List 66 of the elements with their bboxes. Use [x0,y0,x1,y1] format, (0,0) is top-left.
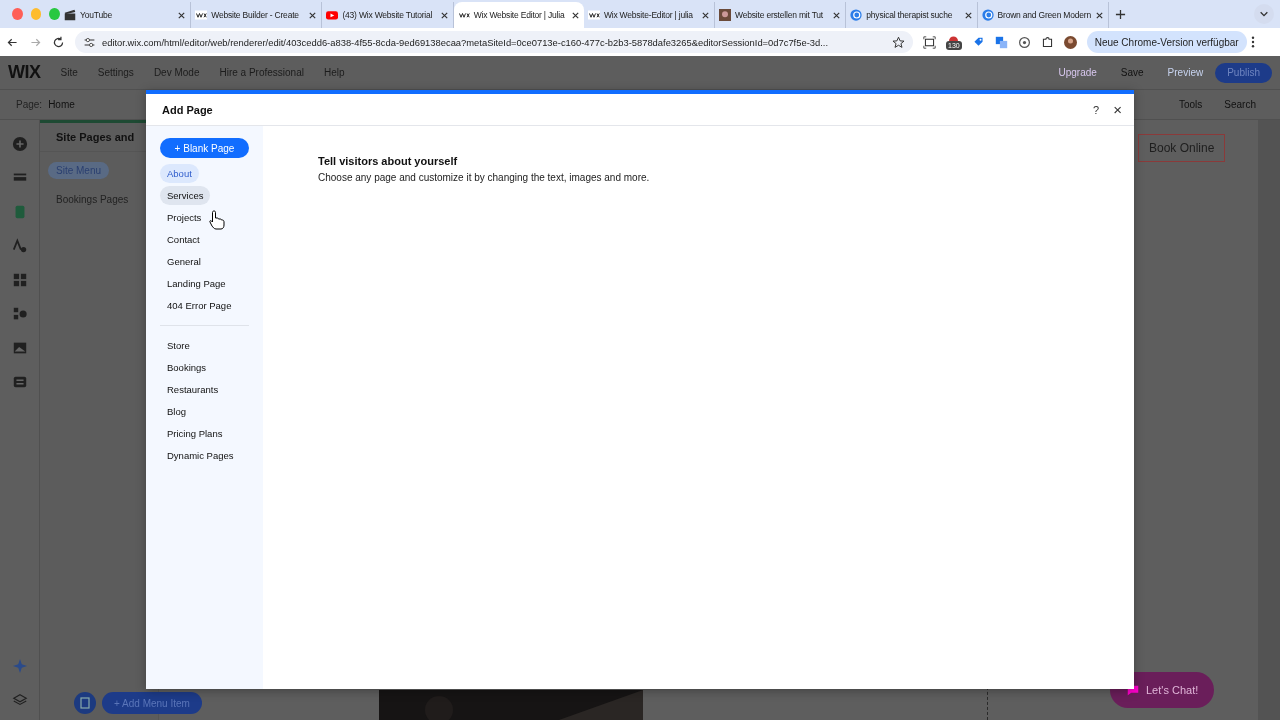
site-settings-icon[interactable] [83,35,96,49]
close-icon[interactable] [570,10,580,20]
extension-icon[interactable] [947,34,961,41]
category-item[interactable]: Projects [160,208,209,227]
clapperboard-icon [64,9,76,21]
screenshot-icon[interactable] [923,35,936,49]
close-icon[interactable] [832,10,842,20]
dialog-title: Add Page [162,103,213,116]
category-item[interactable]: Blog [160,402,193,421]
category-item[interactable]: Bookings [160,358,214,377]
category-item[interactable]: 404 Error Page [160,296,239,315]
tab-title: (43) Wix Website Tutorial [342,10,434,20]
tab-title: Wix Website Editor | Julia [473,10,566,20]
category-item[interactable]: Contact [160,230,207,249]
blank-page-button[interactable]: + Blank Page [160,138,249,158]
portrait-icon [719,9,732,21]
page-label: Page: [16,99,43,110]
reload-icon[interactable] [52,35,65,49]
close-icon[interactable] [963,10,973,20]
browser-tab[interactable]: Wix Website Editor | Julia [453,2,584,28]
upgrade-link[interactable]: Upgrade [1046,67,1109,78]
media-icon[interactable] [11,340,28,356]
close-icon[interactable] [308,10,318,20]
update-chrome-button[interactable]: Neue Chrome-Version verfügbar [1086,31,1247,53]
close-icon[interactable] [1094,10,1104,20]
play-icon [326,9,339,21]
wix-icon [195,9,208,21]
globe-icon [850,9,863,21]
close-icon[interactable] [439,10,449,20]
layers-icon[interactable] [11,692,28,708]
cms-icon[interactable] [11,374,28,390]
category-item[interactable]: Pricing Plans [160,424,230,443]
tab-list-icon[interactable] [1253,4,1274,24]
new-tab-icon[interactable] [1114,8,1126,20]
translate-icon[interactable] [994,35,1008,49]
wix-icon [587,9,600,21]
close-icon[interactable] [701,10,711,20]
tab-title: Website erstellen mit Tut [735,10,824,20]
category-item[interactable]: General [160,252,208,271]
globe-icon [981,9,994,21]
apps-icon[interactable] [11,272,28,288]
section-heading: Tell visitors about yourself [318,155,459,167]
avatar-icon[interactable] [1063,35,1077,49]
url-text: editor.wix.com/html/editor/web/renderer/edit/403cedd6-a838-4f55-8cda-9ed69138ecaa?metaSiteId=0ce0713e-c160-477c-b2b3-5878dafe3265&editorSessionId=0d7c7f5e-3d... [102,36,830,48]
category-item[interactable]: Services [160,186,211,205]
menu-icon[interactable] [1250,36,1255,48]
section-description: Choose any page and customize it by changing the text, images and more. [318,172,651,183]
hand-cursor-icon [209,210,225,230]
tab-title: Website Builder - Create [211,10,300,20]
close-icon[interactable] [177,10,187,20]
category-item[interactable]: About [160,164,199,183]
page-settings-icon[interactable] [74,692,96,714]
tab-title: YouTube [80,10,113,20]
tab-title: Wix Website-Editor | julia [603,10,694,20]
tab-title: physical therapist suche [866,10,954,20]
category-item[interactable]: Landing Page [160,274,233,293]
close-button[interactable]: × [1113,101,1122,118]
add-icon[interactable] [11,136,28,152]
category-item[interactable]: Restaurants [160,380,226,399]
preview-link[interactable]: Preview [1155,67,1216,78]
address-bar[interactable]: editor.wix.com/html/editor/web/renderer/edit/403cedd6-a838-4f55-8cda-9ed69138ecaa?metaSiteId=0ce0713e-c160-477c-b2b3-5878dafe3265&editorSessionId=0d7c7f5e-3d... [75,31,913,53]
category-item[interactable]: Store [160,336,197,355]
help-button[interactable]: ? [1093,103,1100,116]
star-icon[interactable] [892,35,905,49]
tab-title: Brown and Green Modern [997,10,1091,20]
category-item[interactable]: Dynamic Pages [160,446,241,465]
